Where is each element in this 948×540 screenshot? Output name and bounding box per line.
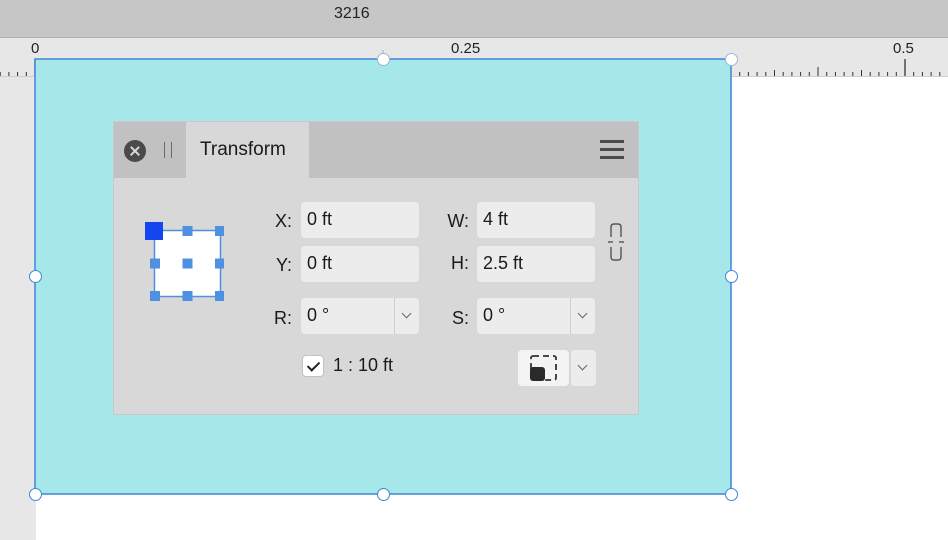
- scale-label: 1 : 10 ft: [333, 355, 394, 375]
- document-title-bar: 3216: [0, 0, 948, 38]
- origin-transform-icon: [530, 355, 557, 381]
- chevron-down-icon[interactable]: [570, 298, 595, 334]
- tab-transform[interactable]: Transform: [186, 122, 309, 179]
- handle-middle-left[interactable]: [29, 270, 42, 283]
- s-label: S:: [451, 308, 469, 328]
- y-label: Y:: [275, 255, 292, 275]
- link-proportions-icon[interactable]: [608, 222, 624, 262]
- chevron-down-icon[interactable]: [394, 298, 419, 334]
- ruler-label-0: 0: [31, 40, 40, 57]
- handle-bottom-center[interactable]: [377, 488, 390, 501]
- document-title: 3216: [334, 5, 370, 22]
- grip-icon[interactable]: [164, 142, 172, 158]
- x-position-value: 0 ft: [307, 209, 333, 229]
- rotation-handle[interactable]: [377, 53, 390, 66]
- height-field[interactable]: 2.5 ft: [477, 246, 595, 282]
- rotation-field[interactable]: 0 °: [301, 298, 419, 334]
- panel-tab-bar: Transform: [114, 122, 638, 179]
- shear-value: 0 °: [483, 305, 506, 325]
- vertical-ruler[interactable]: [0, 77, 36, 540]
- r-label: R:: [274, 308, 292, 328]
- y-position-value: 0 ft: [307, 253, 333, 273]
- x-position-field[interactable]: 0 ft: [301, 202, 419, 238]
- anchor-selector-icon[interactable]: [144, 221, 224, 301]
- origin-transform-button[interactable]: [518, 350, 569, 386]
- shear-field[interactable]: 0 °: [477, 298, 595, 334]
- hamburger-menu-icon[interactable]: [600, 140, 624, 160]
- handle-bottom-right[interactable]: [725, 488, 738, 501]
- tab-transform-label: Transform: [200, 139, 286, 160]
- handle-middle-right[interactable]: [725, 270, 738, 283]
- h-label: H:: [451, 253, 469, 273]
- handle-top-right[interactable]: [725, 53, 738, 66]
- w-label: W:: [447, 211, 469, 231]
- rotation-value: 0 °: [307, 305, 330, 325]
- close-icon[interactable]: [124, 140, 146, 162]
- height-value: 2.5 ft: [483, 253, 524, 273]
- x-label: X:: [274, 211, 292, 231]
- ruler-label-0-5: 0.5: [893, 40, 914, 57]
- ruler-label-0-25: 0.25: [451, 40, 481, 57]
- handle-bottom-left[interactable]: [29, 488, 42, 501]
- y-position-field[interactable]: 0 ft: [301, 246, 419, 282]
- width-value: 4 ft: [483, 209, 509, 229]
- transform-panel: Transform X: 0 ft Y: 0 ft W: 4 ft H: 2.5…: [113, 121, 639, 415]
- canvas-stage: 3216 0 0.25 0.5 Transform X: 0 ft Y: 0 f…: [0, 0, 948, 540]
- scale-checkbox[interactable]: [302, 355, 324, 377]
- chevron-down-icon[interactable]: [571, 350, 596, 386]
- width-field[interactable]: 4 ft: [477, 202, 595, 238]
